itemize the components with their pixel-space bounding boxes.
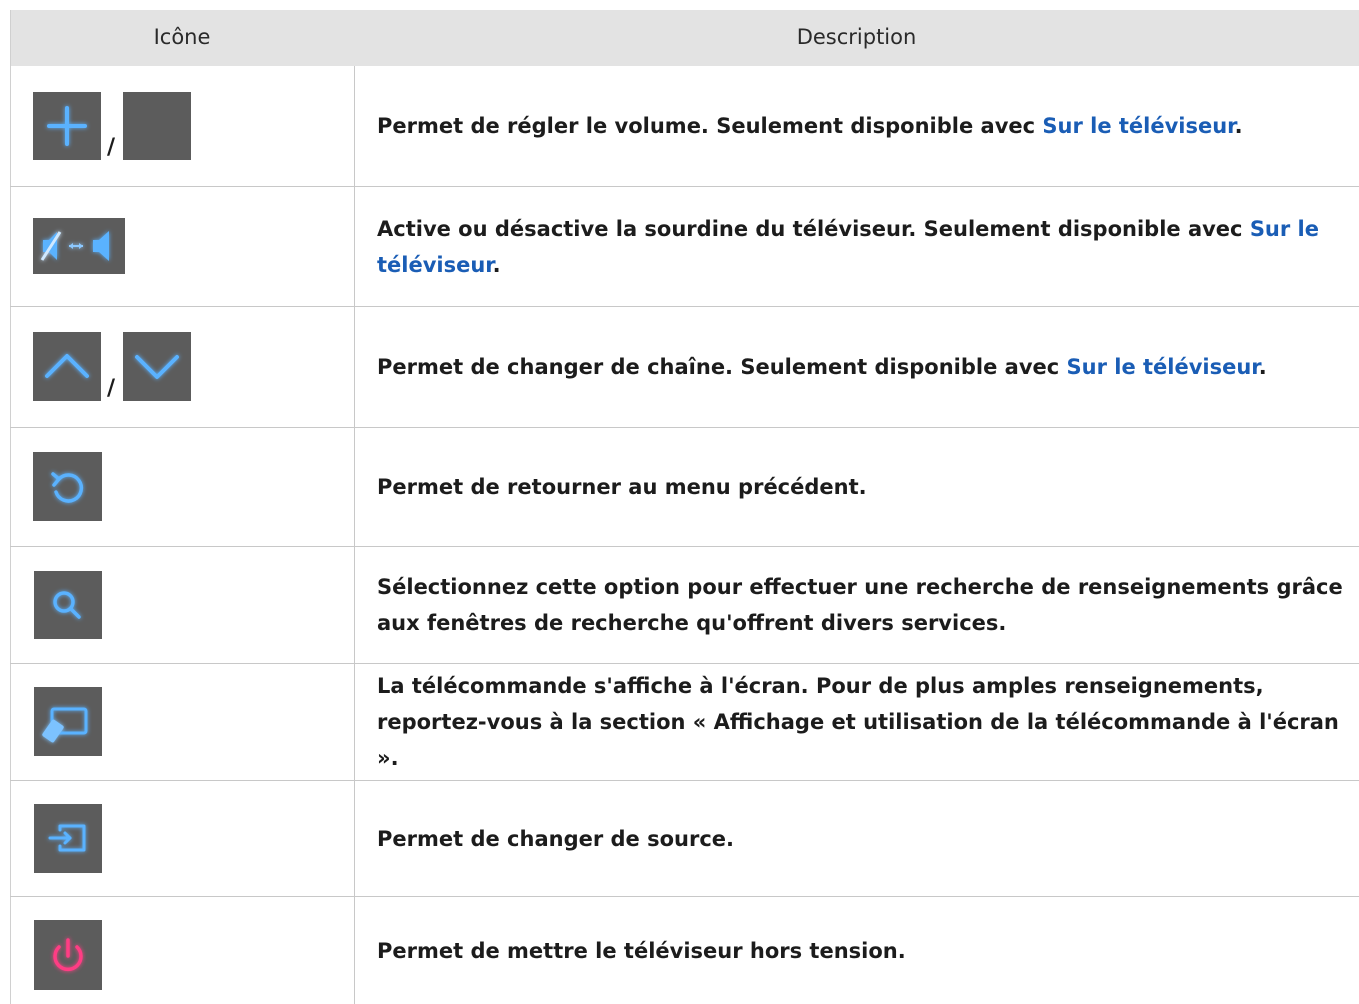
header-description-column: Description bbox=[796, 25, 917, 49]
description-cell: Permet de retourner au menu précédent. bbox=[377, 428, 1345, 546]
icon-cell bbox=[10, 187, 354, 306]
description-cell: Sélectionnez cette option pour effectuer… bbox=[377, 547, 1345, 663]
header-icon-column: Icône bbox=[153, 25, 211, 49]
minus-icon bbox=[123, 92, 191, 160]
table-row: / Permet de régler le volume. Seulement … bbox=[10, 66, 1359, 186]
remote-control-icon bbox=[34, 687, 102, 756]
table-row: La télécommande s'affiche à l'écran. Pou… bbox=[10, 664, 1359, 780]
chevron-down-icon bbox=[123, 332, 191, 401]
table-row: Sélectionnez cette option pour effectuer… bbox=[10, 547, 1359, 663]
description-cell: Permet de changer de chaîne. Seulement d… bbox=[377, 307, 1345, 427]
icon-cell: / bbox=[10, 66, 354, 186]
chevron-up-icon bbox=[33, 332, 101, 401]
table-row: Permet de mettre le téléviseur hors tens… bbox=[10, 897, 1359, 1004]
table-row: Permet de retourner au menu précédent. bbox=[10, 428, 1359, 546]
icon-cell bbox=[10, 547, 354, 663]
description-cell: Active ou désactive la sourdine du télév… bbox=[377, 187, 1345, 306]
mute-toggle-icon bbox=[33, 218, 125, 274]
description-text: Sélectionnez cette option pour effectuer… bbox=[377, 575, 1343, 635]
description-text: Permet de changer de chaîne. Seulement d… bbox=[377, 355, 1267, 379]
separator-slash: / bbox=[107, 376, 116, 401]
description-text: Permet de régler le volume. Seulement di… bbox=[377, 114, 1243, 138]
table-row: Permet de changer de source. bbox=[10, 781, 1359, 896]
on-tv-link[interactable]: Sur le téléviseur bbox=[1067, 355, 1259, 379]
description-cell: Permet de régler le volume. Seulement di… bbox=[377, 66, 1345, 186]
icon-cell: / bbox=[10, 307, 354, 427]
icon-cell bbox=[10, 428, 354, 546]
icon-cell bbox=[10, 897, 354, 1004]
on-tv-link[interactable]: Sur le téléviseur bbox=[1042, 114, 1234, 138]
plus-icon bbox=[33, 92, 101, 160]
source-icon bbox=[34, 804, 102, 873]
description-text: Permet de retourner au menu précédent. bbox=[377, 475, 867, 499]
separator-slash: / bbox=[107, 135, 116, 160]
description-cell: Permet de changer de source. bbox=[377, 781, 1345, 896]
icon-cell bbox=[10, 781, 354, 896]
description-text: Permet de mettre le téléviseur hors tens… bbox=[377, 938, 906, 963]
table-row: Active ou désactive la sourdine du télév… bbox=[10, 187, 1359, 306]
return-icon bbox=[33, 452, 102, 521]
table-row: / Permet de changer de chaîne. Seulement… bbox=[10, 307, 1359, 427]
description-text: Permet de changer de source. bbox=[377, 826, 734, 851]
search-icon bbox=[34, 571, 102, 639]
description-cell: Permet de mettre le téléviseur hors tens… bbox=[377, 897, 1345, 1004]
description-text: La télécommande s'affiche à l'écran. Pou… bbox=[377, 674, 1339, 770]
table-header: Icône Description bbox=[10, 10, 1359, 66]
description-cell: La télécommande s'affiche à l'écran. Pou… bbox=[377, 664, 1345, 780]
description-text: Active ou désactive la sourdine du télév… bbox=[377, 216, 1319, 277]
icon-cell bbox=[10, 664, 354, 780]
power-icon bbox=[34, 920, 102, 990]
icon-description-table: Icône Description / Permet de régler le … bbox=[10, 10, 1359, 1004]
